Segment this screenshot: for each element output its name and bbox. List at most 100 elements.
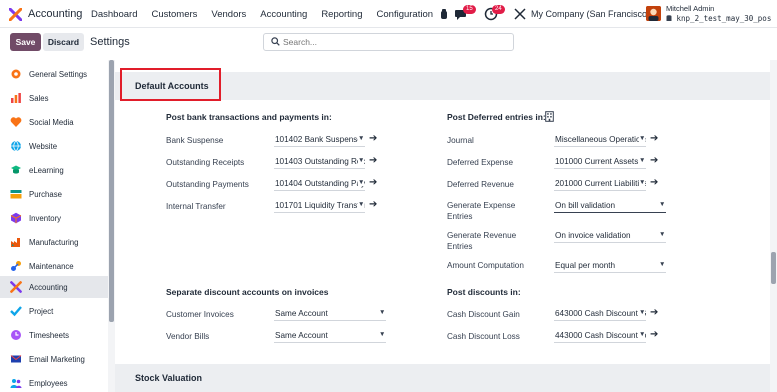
right-group-title: Post Deferred entries in: (447, 112, 546, 122)
journal-field[interactable]: Miscellaneous Operations ▼ (554, 134, 646, 147)
select-value: Same Account (275, 309, 328, 318)
internal-transfer-label: Internal Transfer (166, 202, 226, 211)
sidebar-item-maintenance[interactable]: Maintenance (0, 255, 108, 277)
settings-main: Default Accounts Post bank transactions … (115, 60, 777, 392)
sidebar-item-accounting[interactable]: Accounting (0, 276, 108, 298)
tools-icon[interactable] (512, 6, 528, 22)
company-switcher[interactable]: My Company (San Francisco) (531, 9, 650, 19)
outstanding-payments-field[interactable]: 101404 Outstanding Payments▼ (274, 178, 365, 191)
label-line: Generate Revenue (447, 231, 517, 240)
caret-down-icon: ▼ (659, 231, 666, 238)
internal-link-arrow-icon[interactable]: ➔ (369, 199, 377, 210)
caret-down-icon: ▼ (639, 179, 646, 186)
sidebar-item-label: Purchase (29, 189, 62, 199)
internal-link-arrow-icon[interactable]: ➔ (650, 307, 658, 318)
internal-link-arrow-icon[interactable]: ➔ (650, 177, 658, 188)
sidebar-item-elearning[interactable]: eLearning (0, 159, 108, 181)
deferred-expense-field[interactable]: 101000 Current Assets ▼ (554, 156, 646, 169)
internal-link-arrow-icon[interactable]: ➔ (369, 133, 377, 144)
menu-accounting[interactable]: Accounting (260, 9, 307, 20)
internal-transfer-field[interactable]: 101701 Liquidity Transfer ▼ (274, 200, 365, 213)
caret-down-icon: ▼ (659, 261, 666, 268)
bug-icon[interactable] (436, 6, 452, 22)
menu-dashboard[interactable]: Dashboard (91, 9, 137, 20)
field-value: 643000 Cash Discount Gain (555, 309, 646, 318)
field-value: 101403 Outstanding Receipts (275, 157, 365, 166)
label-line: Entries (447, 242, 473, 251)
generate-revenue-select[interactable]: On invoice validation ▼ (554, 230, 666, 243)
generate-expense-label: Generate Expense Entries (447, 200, 515, 222)
select-value: Same Account (275, 331, 328, 340)
avatar[interactable] (646, 6, 661, 21)
sidebar-item-sales[interactable]: Sales (0, 87, 108, 109)
internal-link-arrow-icon[interactable]: ➔ (650, 133, 658, 144)
sidebar-item-employees[interactable]: Employees (0, 372, 108, 392)
caret-down-icon: ▼ (358, 135, 365, 142)
sidebar-item-inventory[interactable]: Inventory (0, 207, 108, 229)
customer-invoices-select[interactable]: Same Account ▼ (274, 308, 386, 321)
check-icon (10, 306, 22, 317)
building-icon (545, 111, 554, 122)
learning-icon (11, 165, 21, 174)
caret-down-icon: ▼ (379, 331, 386, 338)
mail-icon (10, 355, 22, 363)
internal-link-arrow-icon[interactable]: ➔ (369, 155, 377, 166)
sidebar-item-website[interactable]: Website (0, 135, 108, 157)
deferred-revenue-field[interactable]: 201000 Current Liabilities ▼ (554, 178, 646, 191)
sidebar-scrollbar[interactable] (108, 60, 115, 392)
caret-down-icon: ▼ (379, 309, 386, 316)
purchase-icon (10, 190, 22, 199)
deferred-expense-label: Deferred Expense (447, 158, 513, 167)
sidebar-item-project[interactable]: Project (0, 300, 108, 322)
main-scrollbar[interactable] (770, 60, 777, 392)
select-value: On invoice validation (555, 231, 631, 240)
generate-expense-select[interactable]: On bill validation ▼ (554, 200, 666, 213)
search-input[interactable] (283, 36, 503, 48)
vendor-bills-select[interactable]: Same Account ▼ (274, 330, 386, 343)
sidebar-item-label: Maintenance (29, 261, 74, 271)
sidebar-item-label: Social Media (29, 117, 74, 127)
sidebar-item-general-settings[interactable]: General Settings (0, 63, 108, 85)
bank-suspense-field[interactable]: 101402 Bank Suspense ▼ (274, 134, 365, 147)
cash-discount-loss-label: Cash Discount Loss (447, 332, 520, 341)
sidebar-item-timesheets[interactable]: Timesheets (0, 324, 108, 346)
sidebar-item-label: Employees (29, 378, 68, 388)
main-scroll-thumb[interactable] (771, 252, 776, 284)
menu-configuration[interactable]: Configuration (377, 9, 434, 20)
sidebar-item-social-media[interactable]: Social Media (0, 111, 108, 133)
top-navbar: Accounting Dashboard Customers Vendors A… (0, 0, 777, 28)
sidebar-item-label: General Settings (29, 69, 88, 79)
outstanding-receipts-field[interactable]: 101403 Outstanding Receipts▼ (274, 156, 365, 169)
sidebar-item-label: eLearning (29, 165, 64, 175)
accounting-icon (10, 281, 22, 293)
cash-discount-loss-field[interactable]: 443000 Cash Discount Loss▼ (554, 330, 646, 343)
caret-down-icon: ▼ (639, 309, 646, 316)
menu-vendors[interactable]: Vendors (211, 9, 246, 20)
settings-content: Default Accounts Post bank transactions … (115, 60, 770, 392)
internal-link-arrow-icon[interactable]: ➔ (650, 155, 658, 166)
app-name[interactable]: Accounting (28, 8, 82, 20)
sidebar-scroll-thumb[interactable] (109, 60, 114, 322)
search-bar (263, 33, 514, 51)
internal-link-arrow-icon[interactable]: ➔ (650, 329, 658, 340)
sidebar-item-email-marketing[interactable]: Email Marketing (0, 348, 108, 370)
menu-reporting[interactable]: Reporting (321, 9, 362, 20)
sidebar-item-label: Inventory (29, 213, 62, 223)
field-value: 443000 Cash Discount Loss (555, 331, 646, 340)
sidebar-item-purchase[interactable]: Purchase (0, 183, 108, 205)
menu-customers[interactable]: Customers (151, 9, 197, 20)
amount-computation-label: Amount Computation (447, 261, 524, 270)
bank-suspense-label: Bank Suspense (166, 136, 224, 145)
sidebar-item-manufacturing[interactable]: Manufacturing (0, 231, 108, 253)
internal-link-arrow-icon[interactable]: ➔ (369, 177, 377, 188)
amount-computation-select[interactable]: Equal per month ▼ (554, 260, 666, 273)
generate-revenue-label: Generate Revenue Entries (447, 230, 516, 252)
user-name[interactable]: Mitchell Admin (666, 4, 714, 13)
activity-badge: 24 (492, 5, 505, 14)
cash-discount-gain-field[interactable]: 643000 Cash Discount Gain▼ (554, 308, 646, 321)
app-logo-icon[interactable] (9, 8, 22, 21)
discard-button[interactable]: Discard (43, 33, 84, 51)
cash-discount-gain-label: Cash Discount Gain (447, 310, 520, 319)
sidebar-item-label: Email Marketing (29, 354, 85, 364)
save-button[interactable]: Save (10, 33, 41, 51)
